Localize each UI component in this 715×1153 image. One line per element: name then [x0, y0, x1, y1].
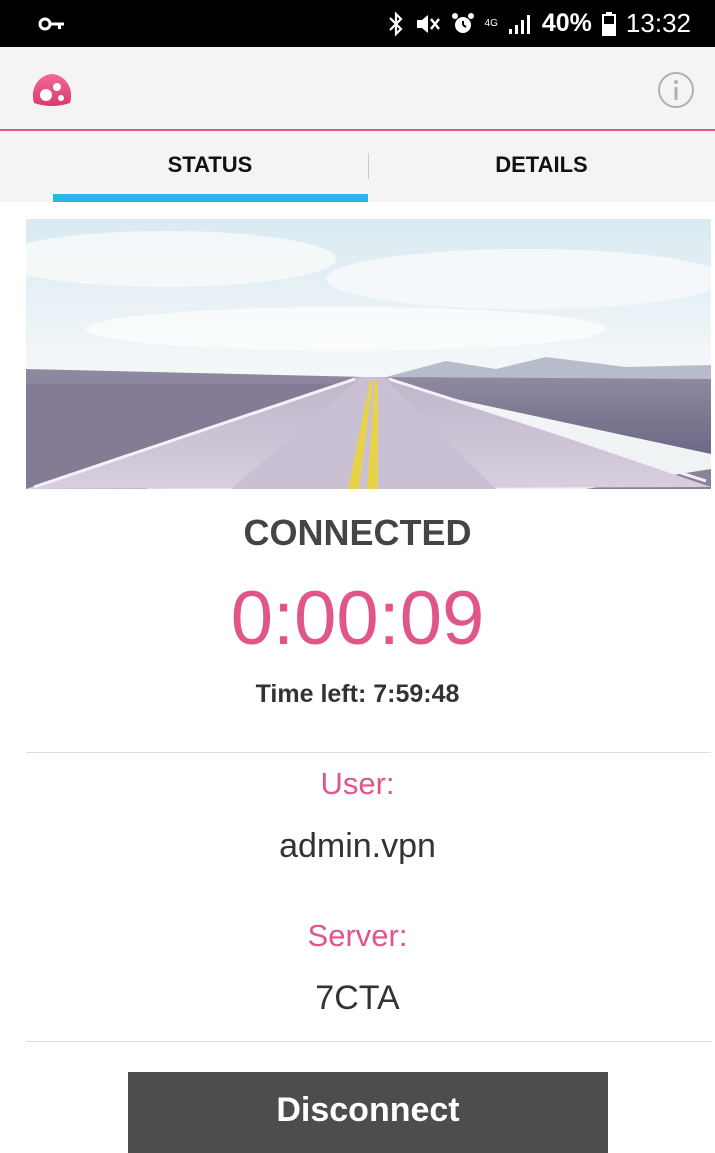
mute-icon	[415, 12, 441, 36]
app-bar	[0, 47, 715, 131]
signal-icon	[508, 13, 532, 35]
disconnect-button[interactable]: Disconnect	[128, 1072, 608, 1153]
divider-top	[26, 752, 711, 753]
clock: 13:32	[625, 8, 691, 38]
tab-details[interactable]: DETAILS	[368, 131, 715, 202]
divider-bottom	[26, 1041, 711, 1042]
server-value: 7CTA	[315, 979, 400, 1017]
battery-icon	[601, 11, 616, 36]
vpn-key-icon	[38, 17, 64, 30]
app-logo-icon	[32, 74, 72, 106]
network-type: 4G	[484, 17, 498, 29]
bluetooth-icon	[387, 10, 405, 37]
system-status-bar: 4G 40% 13:32	[0, 0, 715, 47]
tab-divider	[368, 153, 369, 179]
hero-road-image	[26, 219, 711, 489]
active-tab-indicator	[53, 194, 368, 202]
connection-status: CONNECTED	[243, 512, 472, 553]
server-label: Server:	[307, 918, 408, 953]
tab-details-label: DETAILS	[495, 151, 588, 177]
battery-percent: 40%	[541, 9, 592, 37]
user-label: User:	[320, 766, 395, 801]
tab-status-label: STATUS	[167, 151, 253, 177]
info-icon[interactable]	[657, 71, 695, 109]
tab-bar: STATUS DETAILS	[0, 131, 715, 202]
time-left: Time left: 7:59:48	[255, 680, 460, 708]
user-value: admin.vpn	[279, 827, 436, 865]
tab-status[interactable]: STATUS	[0, 131, 368, 202]
alarm-icon	[451, 12, 475, 36]
elapsed-timer: 0:00:09	[230, 576, 485, 661]
